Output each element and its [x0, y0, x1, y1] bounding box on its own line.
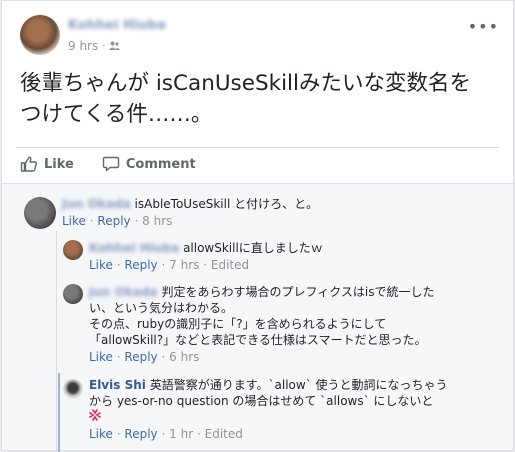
comment-author[interactable]: Kohhei Hiuba — [89, 241, 179, 255]
comment-reply-link[interactable]: Reply — [124, 258, 157, 272]
commenter-avatar[interactable] — [63, 240, 83, 260]
edited-label[interactable]: Edited — [211, 258, 249, 272]
comment-button[interactable]: Comment — [102, 155, 196, 173]
separator-dot: · — [161, 427, 166, 441]
comment-item: Jun Okada isAbleToUseSkill と付けろ、と。 Like … — [62, 196, 502, 229]
angry-icon — [89, 409, 509, 425]
separator-dot: · — [102, 40, 106, 52]
like-button[interactable]: Like — [20, 155, 74, 173]
comment-reply-link[interactable]: Reply — [124, 350, 157, 364]
separator-dot: · — [116, 350, 121, 364]
friends-icon[interactable] — [109, 39, 121, 53]
comment-actions: Like · Reply · 1 hr · Edited — [89, 426, 509, 442]
comment-like-link[interactable]: Like — [89, 258, 113, 272]
comment-actions: Like · Reply · 8 hrs — [62, 213, 502, 229]
post-actions: Like Comment — [20, 155, 196, 173]
comment-time[interactable]: 8 hrs — [142, 214, 172, 228]
post-text-line: 後輩ちゃんが isCanUseSkillみたいな変数名を — [20, 71, 472, 96]
post-meta: 9 hrs · — [68, 39, 121, 53]
comment-like-link[interactable]: Like — [89, 427, 113, 441]
like-label: Like — [44, 156, 74, 172]
comment-text: 判定をあらわす場合のプレフィクスはisで統一した — [161, 285, 435, 299]
comment-text: その点、rubyの識別子に「?」を含められるようにして — [89, 317, 387, 331]
separator-dot: · — [116, 427, 121, 441]
reply-item: Jun Okada 判定をあらわす場合のプレフィクスはisで統一した い、という… — [89, 284, 509, 365]
comment-author[interactable]: Jun Okada — [89, 285, 158, 299]
comment-reply-link[interactable]: Reply — [124, 427, 157, 441]
post-author-name[interactable]: Kohhei Hiuba — [68, 18, 166, 33]
comment-actions: Like · Reply · 7 hrs · Edited — [89, 257, 509, 273]
comment-like-link[interactable]: Like — [89, 350, 113, 364]
comment-time[interactable]: 1 hr — [169, 427, 193, 441]
separator-dot: · — [161, 258, 166, 272]
post-time[interactable]: 9 hrs — [68, 39, 98, 53]
comment-text: から yes-or-no question の場合はせめて `allows` に… — [89, 394, 434, 408]
comment-text: 「allowSkill?」などと表記できる仕様はスマートだと思った。 — [89, 333, 427, 347]
separator-dot: · — [89, 214, 94, 228]
commenter-avatar[interactable] — [63, 284, 83, 304]
comment-text: 英語警察が通ります。`allow` 使うと動詞になっちゃう — [149, 378, 448, 392]
comment-icon — [102, 156, 120, 172]
comment-text: い、という気分はわかる。 — [89, 301, 234, 315]
post-text-line: つけてくる件……。 — [20, 102, 213, 127]
reply-thread-line — [56, 231, 57, 452]
edited-label[interactable]: Edited — [205, 427, 243, 441]
comment-actions: Like · Reply · 6 hrs — [89, 349, 509, 365]
reply-item: Elvis Shi 英語警察が通ります。`allow` 使うと動詞になっちゃう … — [89, 377, 509, 442]
commenter-avatar[interactable] — [63, 379, 83, 399]
comment-time[interactable]: 6 hrs — [169, 350, 199, 364]
comment-author[interactable]: Jun Okada — [62, 197, 131, 211]
commenter-avatar[interactable] — [24, 197, 56, 229]
comment-author[interactable]: Elvis Shi — [89, 378, 146, 392]
divider — [16, 147, 499, 148]
author-avatar[interactable] — [20, 15, 60, 55]
highlight-bar — [58, 373, 60, 452]
separator-dot: · — [134, 214, 139, 228]
comment-time[interactable]: 7 hrs — [169, 258, 199, 272]
reply-item: Kohhei Hiuba allowSkillに直しましたｗ Like · Re… — [89, 240, 509, 273]
thumbs-up-icon — [20, 156, 38, 172]
separator-dot: · — [161, 350, 166, 364]
comment-text: isAbleToUseSkill と付けろ、と。 — [134, 197, 319, 211]
comment-text: allowSkillに直しましたｗ — [183, 241, 323, 255]
comment-like-link[interactable]: Like — [62, 214, 86, 228]
separator-dot: · — [203, 258, 208, 272]
post-card: Kohhei Hiuba 9 hrs · ••• 後輩ちゃんが isCanUse… — [1, 0, 514, 452]
post-body: 後輩ちゃんが isCanUseSkillみたいな変数名を つけてくる件……。 — [20, 68, 490, 130]
comment-label: Comment — [125, 156, 196, 172]
comment-reply-link[interactable]: Reply — [97, 214, 130, 228]
more-horizontal-icon[interactable]: ••• — [468, 17, 499, 36]
separator-dot: · — [116, 258, 121, 272]
separator-dot: · — [196, 427, 201, 441]
